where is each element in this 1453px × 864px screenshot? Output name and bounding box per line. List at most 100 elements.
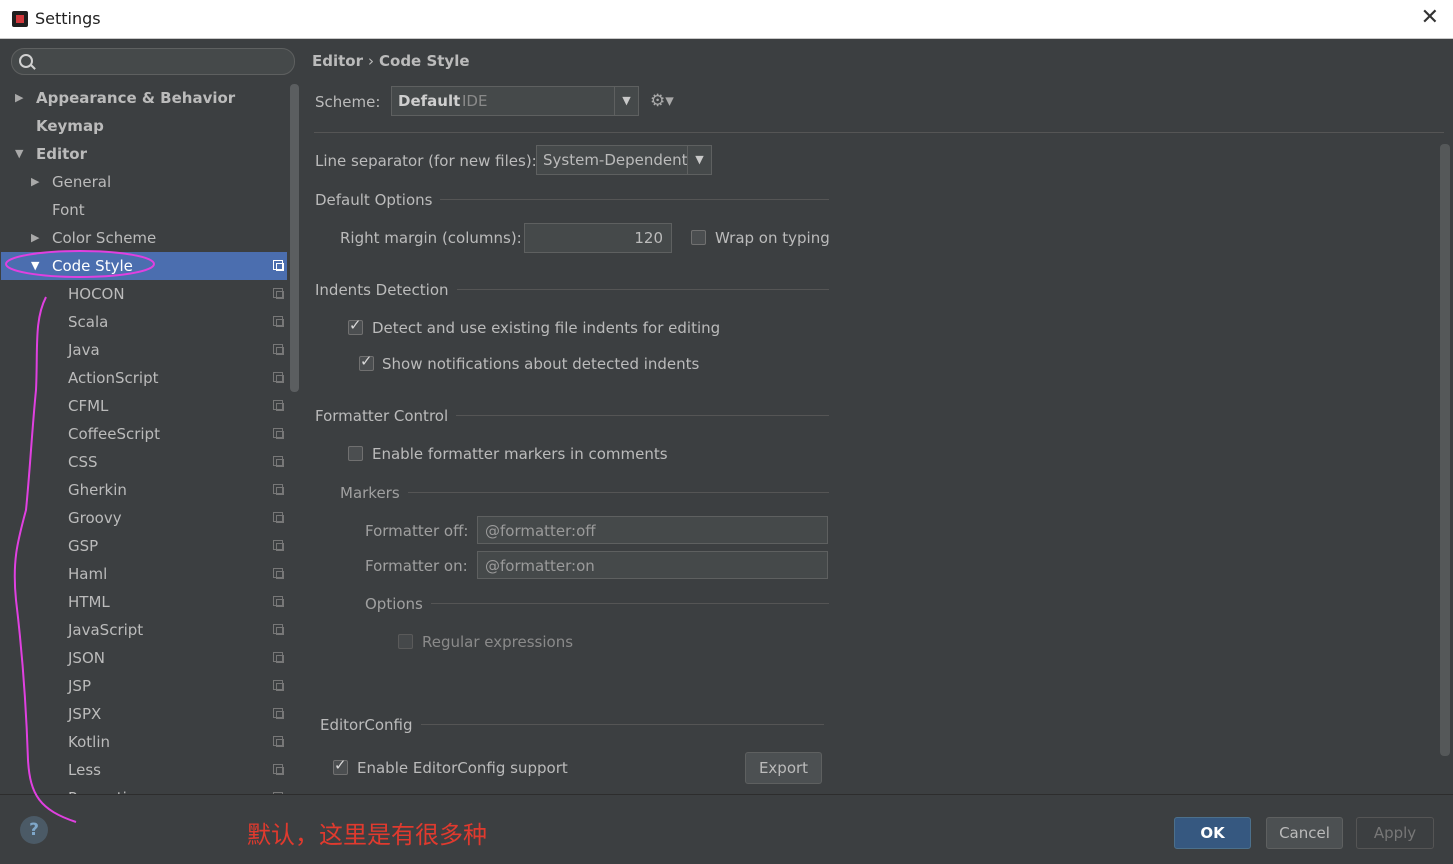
right-margin-input[interactable]: 120 — [524, 223, 672, 253]
copy-settings-icon — [273, 260, 284, 271]
export-button[interactable]: Export — [745, 752, 822, 784]
search-input[interactable] — [11, 48, 295, 75]
notify-indents-label[interactable]: Show notifications about detected indent… — [382, 355, 699, 373]
sidebar-item-label: Keymap — [36, 117, 104, 135]
sidebar-item-font[interactable]: Font — [1, 196, 287, 224]
copy-settings-icon — [273, 624, 284, 635]
sidebar-item-label: Scala — [68, 313, 109, 331]
formatter-on-value: @formatter:on — [485, 557, 595, 575]
cancel-button[interactable]: Cancel — [1266, 817, 1343, 849]
sidebar-item-hocon[interactable]: HOCON — [1, 280, 287, 308]
window-title: Settings — [35, 9, 101, 28]
sidebar-item-java[interactable]: Java — [1, 336, 287, 364]
sidebar-item-label: JavaScript — [68, 621, 144, 639]
sidebar-item-jspx[interactable]: JSPX — [1, 700, 287, 728]
close-icon[interactable] — [1421, 5, 1439, 30]
wrap-on-typing-label[interactable]: Wrap on typing — [715, 229, 830, 247]
copy-settings-icon — [273, 484, 284, 495]
line-separator-select[interactable]: System-Dependent ▼ — [536, 145, 712, 175]
editorconfig-title: EditorConfig — [320, 716, 421, 734]
wrap-on-typing-checkbox[interactable] — [691, 230, 706, 245]
right-margin-label: Right margin (columns): — [340, 229, 522, 247]
sidebar-item-code-style[interactable]: ▼ Code Style — [1, 252, 287, 280]
expand-right-icon[interactable]: ▶ — [15, 84, 23, 112]
copy-settings-icon — [273, 456, 284, 467]
formatter-markers-label[interactable]: Enable formatter markers in comments — [372, 445, 668, 463]
sidebar-item-coffeescript[interactable]: CoffeeScript — [1, 420, 287, 448]
right-margin-value: 120 — [634, 229, 663, 247]
sidebar-scrollbar[interactable] — [290, 84, 299, 392]
sidebar-item-label: Haml — [68, 565, 108, 583]
help-button[interactable]: ? — [20, 816, 48, 844]
settings-tree: ▶ Appearance & Behavior Keymap ▼ Editor ▶ Gene… — [1, 84, 287, 794]
sidebar-item-gherkin[interactable]: Gherkin — [1, 476, 287, 504]
sidebar-item-keymap[interactable]: Keymap — [1, 112, 287, 140]
copy-settings-icon — [273, 512, 284, 523]
sidebar-item-color-scheme[interactable]: ▶ Color Scheme — [1, 224, 287, 252]
sidebar-item-label: HOCON — [68, 285, 125, 303]
copy-settings-icon — [273, 652, 284, 663]
notify-indents-checkbox[interactable] — [359, 352, 374, 371]
sidebar-item-kotlin[interactable]: Kotlin — [1, 728, 287, 756]
sidebar-item-html[interactable]: HTML — [1, 588, 287, 616]
copy-settings-icon — [273, 568, 284, 579]
indents-detection-title: Indents Detection — [315, 281, 457, 299]
ok-button[interactable]: OK — [1174, 817, 1251, 849]
apply-button[interactable]: Apply — [1356, 817, 1434, 849]
scheme-name: Default — [398, 92, 461, 110]
sidebar-item-cfml[interactable]: CFML — [1, 392, 287, 420]
sidebar-item-javascript[interactable]: JavaScript — [1, 616, 287, 644]
search-icon — [19, 54, 33, 68]
expand-down-icon[interactable]: ▼ — [31, 252, 39, 280]
sidebar-item-label: Editor — [36, 145, 87, 163]
main-scrollbar[interactable] — [1440, 144, 1450, 756]
options-title: Options — [365, 595, 431, 613]
sidebar-item-actionscript[interactable]: ActionScript — [1, 364, 287, 392]
scheme-select[interactable]: Default IDE ▼ — [391, 86, 639, 116]
line-separator-label: Line separator (for new files): — [315, 152, 537, 170]
sidebar-item-json[interactable]: JSON — [1, 644, 287, 672]
sidebar-item-scala[interactable]: Scala — [1, 308, 287, 336]
detect-indents-label[interactable]: Detect and use existing file indents for… — [372, 319, 720, 337]
formatter-on-input[interactable]: @formatter:on — [477, 551, 828, 579]
default-options-title: Default Options — [315, 191, 441, 209]
regex-checkbox[interactable] — [398, 634, 413, 649]
sidebar-item-label: Code Style — [52, 257, 133, 275]
copy-settings-icon — [273, 344, 284, 355]
sidebar-item-label: CoffeeScript — [68, 425, 160, 443]
markers-title: Markers — [340, 484, 408, 502]
sidebar-item-label: Properties — [68, 784, 144, 794]
sidebar-item-label: CSS — [68, 453, 98, 471]
sidebar-item-label: Less — [68, 761, 101, 779]
sidebar-item-label: JSPX — [68, 705, 102, 723]
detect-indents-checkbox[interactable] — [348, 316, 363, 335]
sidebar-item-gsp[interactable]: GSP — [1, 532, 287, 560]
expand-right-icon[interactable]: ▶ — [31, 168, 39, 196]
expand-right-icon[interactable]: ▶ — [31, 224, 39, 252]
code-style-panel: Editor › Code Style Scheme: Default IDE ▼ … — [302, 39, 1453, 794]
scheme-tag: IDE — [462, 92, 488, 110]
gear-icon[interactable]: ⚙▾ — [650, 91, 674, 111]
sidebar-item-label: Groovy — [68, 509, 122, 527]
annotation-text: 默认，这里是有很多种 — [247, 821, 487, 849]
sidebar-item-css[interactable]: CSS — [1, 448, 287, 476]
sidebar-item-groovy[interactable]: Groovy — [1, 504, 287, 532]
sidebar-item-general[interactable]: ▶ General — [1, 168, 287, 196]
formatter-off-label: Formatter off: — [365, 522, 469, 540]
sidebar-item-label: ActionScript — [68, 369, 159, 387]
sidebar-item-properties[interactable]: Properties — [1, 784, 287, 794]
sidebar-item-jsp[interactable]: JSP — [1, 672, 287, 700]
editorconfig-label[interactable]: Enable EditorConfig support — [357, 759, 568, 777]
copy-settings-icon — [273, 708, 284, 719]
sidebar-item-less[interactable]: Less — [1, 756, 287, 784]
breadcrumb-parent: Editor — [312, 52, 363, 70]
copy-settings-icon — [273, 596, 284, 607]
formatter-off-input[interactable]: @formatter:off — [477, 516, 828, 544]
sidebar-item-haml[interactable]: Haml — [1, 560, 287, 588]
editorconfig-checkbox[interactable] — [333, 756, 348, 775]
sidebar-item-editor[interactable]: ▼ Editor — [1, 140, 287, 168]
sidebar-item-appearance-behavior[interactable]: ▶ Appearance & Behavior — [1, 84, 287, 112]
regex-label[interactable]: Regular expressions — [422, 633, 573, 651]
formatter-markers-checkbox[interactable] — [348, 446, 363, 461]
expand-down-icon[interactable]: ▼ — [15, 140, 23, 168]
